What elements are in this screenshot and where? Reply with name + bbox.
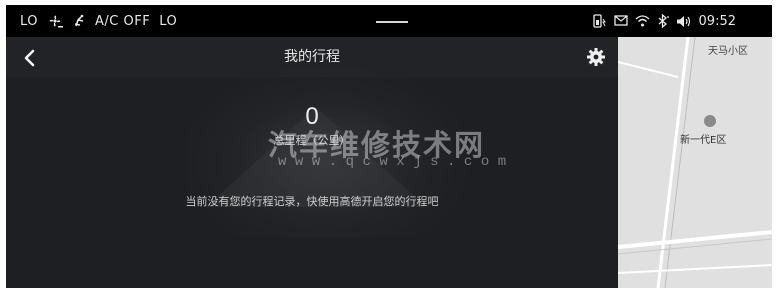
temp-left: LO <box>20 13 39 29</box>
settings-button[interactable] <box>586 47 606 67</box>
head-unit-screen: LO A/C OFF LO 09:52 我的行程 0 总里程（公里） 汽车维修技… <box>6 5 772 288</box>
volume-icon <box>676 15 692 28</box>
bluetooth-icon <box>657 14 669 28</box>
phone-battery-icon <box>592 14 607 28</box>
watermark-url: www.qcwxjs.com <box>278 154 515 170</box>
fan-icon <box>47 14 64 28</box>
home-pin-icon[interactable] <box>704 115 716 127</box>
back-button[interactable] <box>18 46 42 70</box>
gear-icon <box>587 48 605 66</box>
temp-right: LO <box>159 13 178 29</box>
back-chevron-icon <box>24 49 35 67</box>
empty-state-message: 当前没有您的行程记录，快使用高德开启您的行程吧 <box>185 195 439 208</box>
status-bar: LO A/C OFF LO 09:52 <box>6 5 772 37</box>
clock: 09:52 <box>698 13 736 29</box>
map-label-tianma: 天马小区 <box>708 46 748 57</box>
ac-status: A/C OFF <box>95 13 151 29</box>
message-icon <box>613 15 628 27</box>
map-label-poi: 新一代E区 <box>680 135 727 146</box>
climate-status[interactable]: LO A/C OFF LO <box>20 5 177 37</box>
wifi-icon <box>635 15 650 27</box>
map-panel[interactable]: 天马小区 新一代E区 <box>618 37 772 288</box>
system-status: 09:52 <box>592 5 736 37</box>
map-roads <box>618 37 772 288</box>
seat-heat-icon <box>72 14 86 28</box>
drag-handle[interactable] <box>376 21 408 23</box>
trip-app: 我的行程 0 总里程（公里） 汽车维修技术网 www.qcwxjs.com 当前… <box>6 37 618 288</box>
